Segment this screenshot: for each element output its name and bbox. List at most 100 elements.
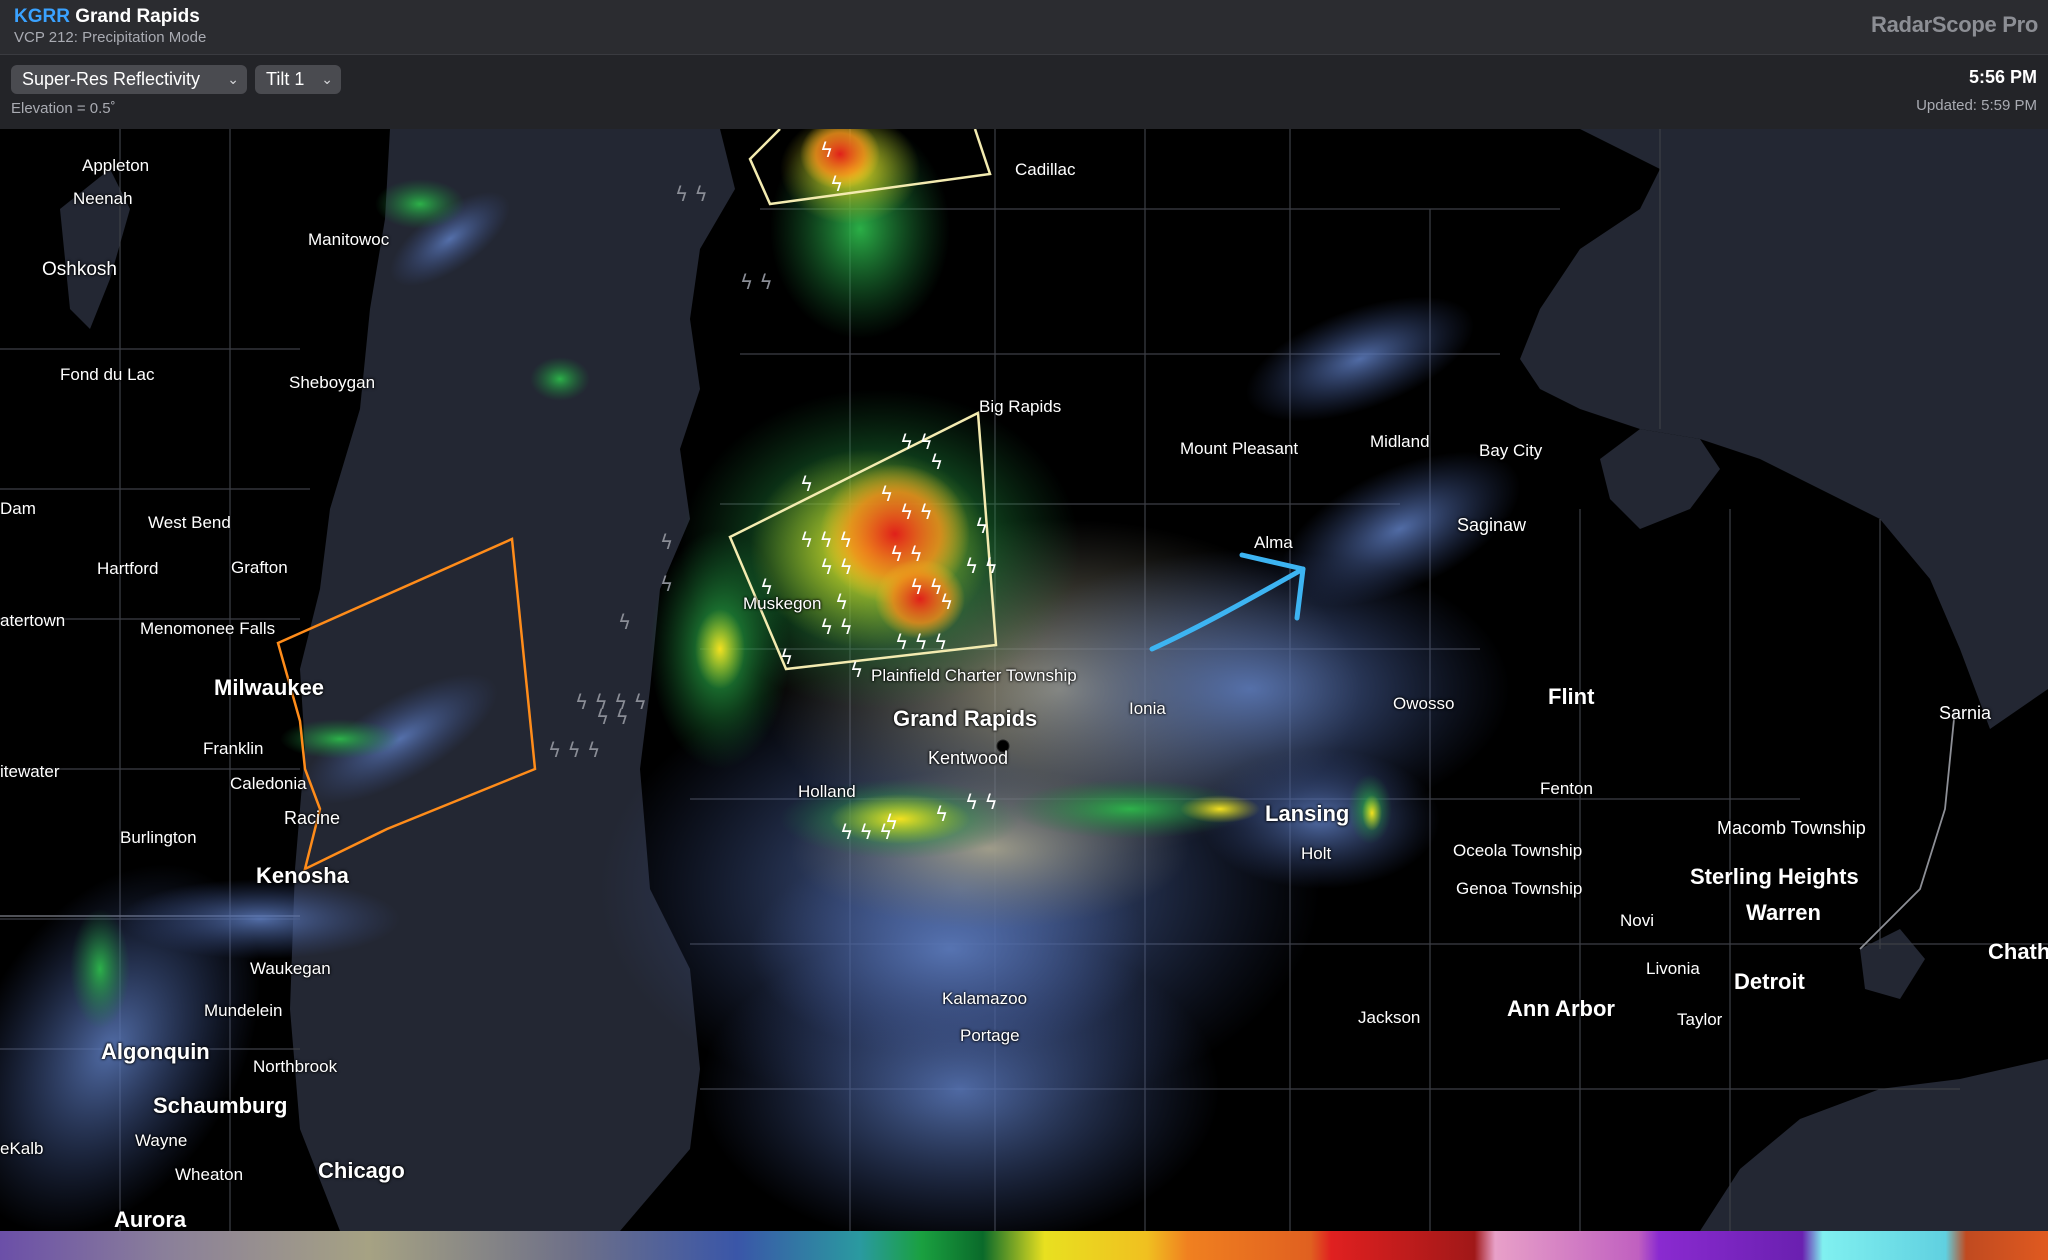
scan-time: 5:56 PM [1968, 67, 2037, 87]
svg-text:ϟ ϟ: ϟ ϟ [965, 554, 998, 578]
tilt-label: Tilt 1 [266, 69, 305, 89]
city-label: Jackson [1358, 1008, 1421, 1027]
city-label: Menomonee Falls [140, 619, 276, 638]
svg-text:ϟ ϟ: ϟ ϟ [675, 182, 708, 206]
city-label: Kentwood [928, 748, 1009, 768]
city-label: Bay City [1479, 441, 1543, 460]
city-label: Cadillac [1015, 160, 1076, 179]
city-label: Warren [1746, 900, 1821, 925]
city-label: Dam [0, 499, 36, 518]
svg-text:ϟ ϟ: ϟ ϟ [965, 790, 998, 814]
city-label: Macomb Township [1717, 818, 1866, 838]
lake-huron [1520, 129, 2048, 729]
svg-text:ϟ ϟ: ϟ ϟ [596, 705, 629, 729]
svg-text:ϟ: ϟ [975, 514, 988, 538]
city-label: Aurora [114, 1207, 187, 1231]
city-label: itewater [0, 762, 60, 781]
app-brand: RadarScope Pro [1871, 12, 2038, 37]
city-label: Sheboygan [289, 373, 376, 392]
city-label: Portage [960, 1026, 1020, 1045]
city-label: Manitowoc [308, 230, 390, 249]
city-label: Taylor [1677, 1010, 1723, 1029]
city-label: Big Rapids [979, 397, 1062, 416]
svg-text:ϟ: ϟ [660, 572, 673, 596]
city-label: Grafton [231, 558, 288, 577]
lake-erie [1700, 1059, 2048, 1231]
svg-text:ϟ ϟ: ϟ ϟ [820, 555, 853, 579]
vcp-mode: VCP 212: Precipitation Mode [14, 29, 207, 46]
city-label: Hartford [97, 559, 159, 578]
svg-text:ϟ: ϟ [618, 610, 631, 634]
city-label: Racine [284, 808, 341, 828]
svg-text:ϟ ϟ: ϟ ϟ [900, 430, 933, 454]
svg-text:ϟ: ϟ [885, 810, 898, 834]
reflectivity-color-legend [0, 1231, 2048, 1260]
city-label: Northbrook [253, 1057, 338, 1076]
city-label: atertown [0, 611, 66, 630]
city-label: Saginaw [1457, 515, 1527, 535]
city-label: Appleton [82, 156, 150, 175]
saginaw-bay [1600, 429, 1720, 529]
chevron-down-icon: ⌄ [227, 71, 239, 87]
svg-text:ϟ: ϟ [780, 645, 793, 669]
city-label: Franklin [203, 739, 264, 758]
svg-text:ϟ ϟ: ϟ ϟ [820, 615, 853, 639]
svg-text:ϟ ϟ: ϟ ϟ [900, 500, 933, 524]
city-label: Kenosha [256, 863, 349, 888]
city-label: Wheaton [175, 1165, 244, 1184]
svg-text:ϟ ϟ ϟ: ϟ ϟ ϟ [548, 738, 600, 762]
city-label: Livonia [1646, 959, 1700, 978]
city-label: Fond du Lac [60, 365, 155, 384]
city-label: Caledonia [230, 774, 307, 793]
svg-text:ϟ ϟ ϟ: ϟ ϟ ϟ [800, 528, 852, 552]
city-label: Chicago [318, 1158, 405, 1183]
city-label: Neenah [73, 189, 133, 208]
city-label: Mount Pleasant [1180, 439, 1299, 458]
city-label: Burlington [120, 828, 197, 847]
city-label: Holland [798, 782, 856, 801]
svg-text:ϟ: ϟ [820, 138, 833, 162]
st-clair-river [1859, 708, 1956, 950]
city-label: Midland [1370, 432, 1430, 451]
city-label: Fenton [1540, 779, 1593, 798]
elevation-readout: Elevation = 0.5˚ [11, 100, 116, 117]
svg-text:ϟ: ϟ [935, 802, 948, 826]
city-label: Wayne [135, 1131, 188, 1150]
svg-text:ϟ: ϟ [930, 450, 943, 474]
city-label: Novi [1620, 911, 1655, 930]
city-label: eKalb [0, 1139, 44, 1158]
city-label: Lansing [1265, 801, 1350, 826]
city-label: Waukegan [250, 959, 331, 978]
tilt-dropdown[interactable]: Tilt 1 ⌄ [255, 65, 341, 94]
svg-text:ϟ: ϟ [830, 172, 843, 196]
city-label: Sterling Heights [1690, 864, 1859, 889]
title-bar: KGRR Grand Rapids VCP 212: Precipitation… [0, 0, 2048, 55]
city-label: Grand Rapids [893, 706, 1038, 731]
station-name: Grand Rapids [75, 6, 200, 27]
svg-text:ϟ: ϟ [880, 482, 893, 506]
city-label: Muskegon [743, 594, 822, 613]
city-label: Algonquin [101, 1039, 210, 1064]
city-label: Owosso [1393, 694, 1455, 713]
city-label: Chath [1988, 939, 2048, 964]
svg-text:ϟ ϟ ϟ: ϟ ϟ ϟ [895, 630, 947, 654]
city-label: Oshkosh [42, 259, 117, 280]
station-title: KGRR Grand Rapids [14, 6, 200, 28]
svg-text:ϟ: ϟ [660, 530, 673, 554]
svg-text:ϟ: ϟ [800, 472, 813, 496]
city-label: Oceola Township [1453, 841, 1583, 860]
svg-text:ϟ ϟ: ϟ ϟ [890, 542, 923, 566]
city-label: Detroit [1734, 969, 1805, 994]
city-label: Milwaukee [214, 675, 325, 700]
radar-map[interactable]: ϟ ϟ ϟ ϟ ϟ ϟ ϟ ϟ ϟ ϟ ϟ ϟ ϟ ϟ ϟ ϟ ϟ ϟ ϟ ϟ … [0, 129, 2048, 1231]
product-dropdown[interactable]: Super-Res Reflectivity ⌄ [11, 65, 247, 94]
toolbar: Super-Res Reflectivity ⌄ Tilt 1 ⌄ Elevat… [0, 55, 2048, 129]
city-label: Schaumburg [153, 1093, 288, 1118]
city-label: Plainfield Charter Township [871, 666, 1077, 685]
svg-text:ϟ: ϟ [940, 590, 953, 614]
station-code: KGRR [14, 6, 70, 27]
chevron-down-icon: ⌄ [321, 71, 333, 87]
svg-text:ϟ ϟ: ϟ ϟ [910, 575, 943, 599]
city-label: Kalamazoo [942, 989, 1028, 1008]
legend-bar [0, 1231, 2048, 1260]
